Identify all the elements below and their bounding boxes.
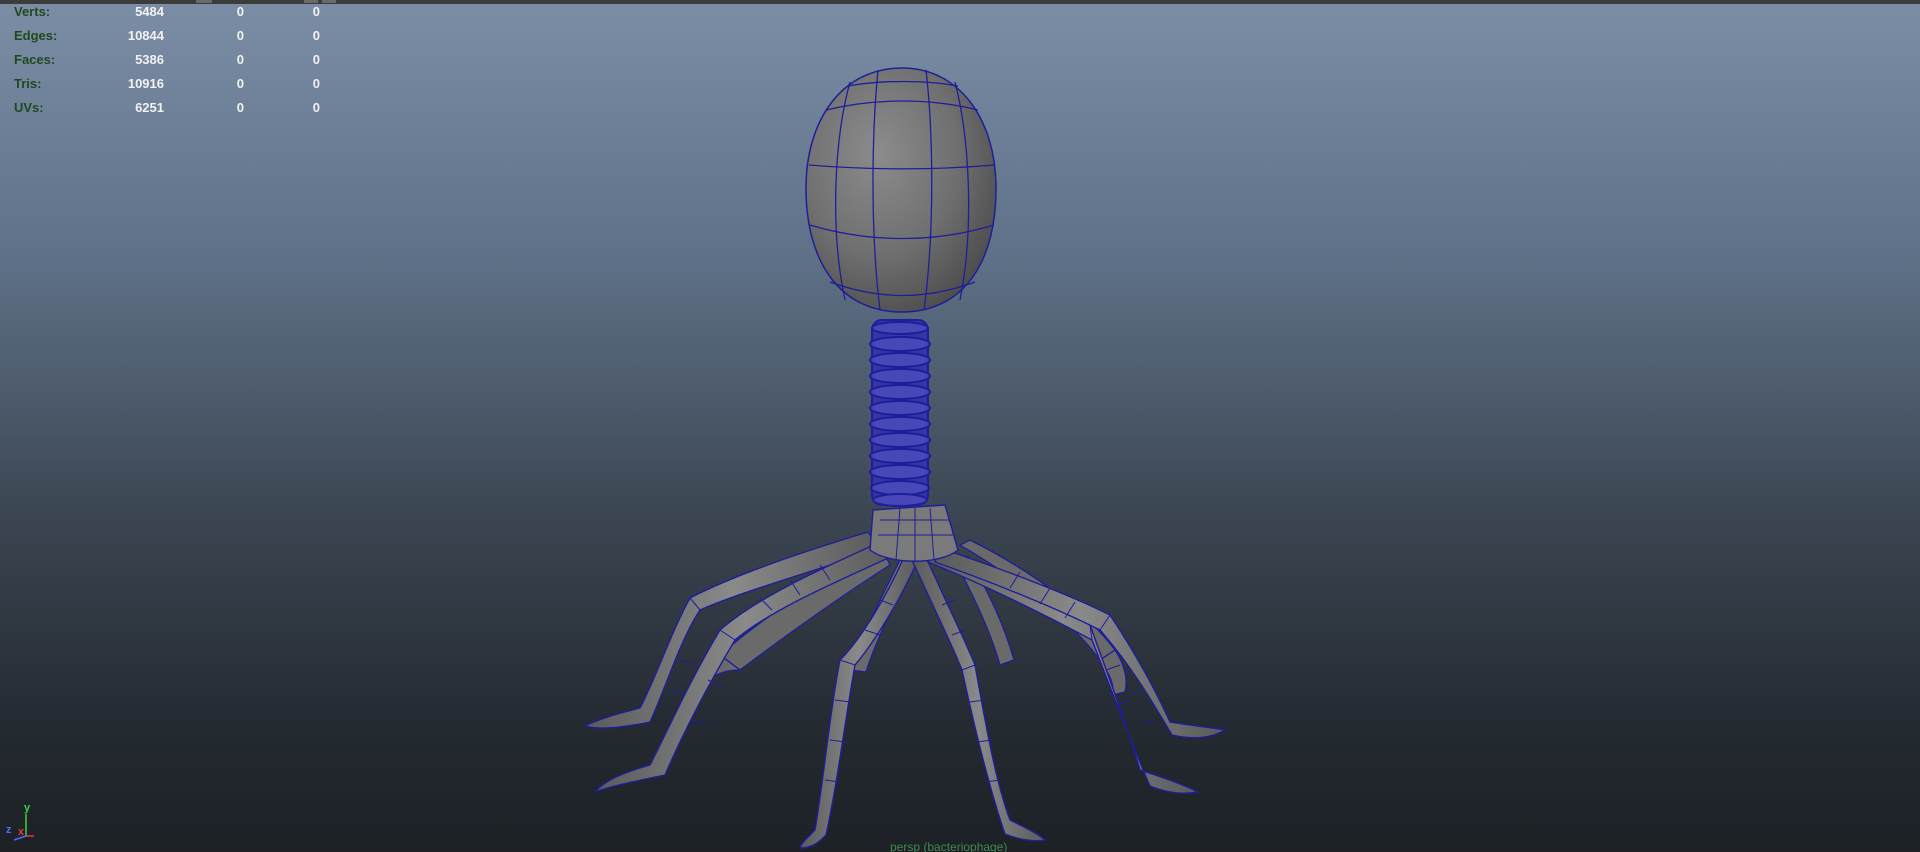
3d-viewport[interactable]: Verts: 5484 0 0 Edges: 10844 0 0 Faces: … <box>0 0 1920 852</box>
phage-front-legs[interactable] <box>583 531 1227 849</box>
phage-tail-sheath[interactable] <box>869 319 931 507</box>
phage-capsid-head[interactable] <box>805 67 997 313</box>
axis-y-label: y <box>24 802 31 814</box>
axis-x-label: x <box>18 826 25 838</box>
axis-z-label: z <box>6 824 12 836</box>
view-axis-indicator: y x z <box>4 800 44 844</box>
bacteriophage-model[interactable] <box>0 0 1920 852</box>
camera-name-label: persp (bacteriophage) <box>890 840 1008 852</box>
phage-baseplate[interactable] <box>869 504 959 562</box>
